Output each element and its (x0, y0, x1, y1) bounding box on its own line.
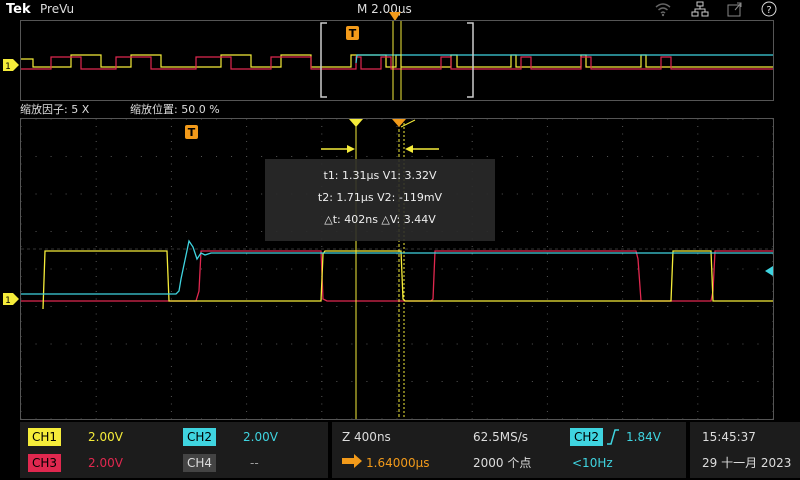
ch2-trace (21, 239, 773, 295)
trigger-level-marker[interactable] (765, 266, 773, 276)
overview-waveform-panel[interactable]: T 1 (3, 20, 774, 101)
bottom-status-bar: CH1 2.00V CH2 2.00V CH3 2.00V CH4 -- Z 4… (0, 420, 800, 480)
zoom-factor: 缩放因子: 5 X (20, 103, 90, 116)
mode-label: PreVu (40, 2, 75, 16)
svg-text:1: 1 (5, 62, 11, 71)
readout-t2: t2: 1.71µs V2: -119mV (317, 191, 443, 204)
help-icon[interactable]: ? (760, 1, 778, 17)
overview-waveform-svg: T (21, 21, 773, 100)
cursor-readout: t1: 1.31µs V1: 3.32V t2: 1.71µs V2: -119… (265, 165, 495, 231)
ch3-button[interactable]: CH3 (28, 454, 62, 472)
clock-date: 29 十一月 2023 (702, 456, 792, 470)
record-length[interactable]: 2000 个点 (473, 454, 531, 472)
trigger-marker[interactable]: T (185, 125, 198, 139)
brand-logo: Tek (6, 2, 31, 17)
ch4-button[interactable]: CH4 (183, 454, 217, 472)
ch2-button[interactable]: CH2 (183, 428, 217, 446)
export-icon[interactable] (726, 1, 744, 17)
top-bar: Tek PreVu M 2.00µs ? (0, 0, 800, 21)
svg-text:T: T (188, 126, 196, 139)
ch3-scale[interactable]: 2.00V (88, 454, 123, 472)
network-icon[interactable] (691, 1, 709, 17)
ch1-button[interactable]: CH1 (28, 428, 62, 446)
zoom-position: 缩放位置: 50.0 % (130, 103, 220, 116)
channel-settings-panel (20, 422, 328, 478)
ch1-trace (42, 250, 773, 310)
wifi-icon[interactable] (654, 1, 672, 17)
ch1-ground-marker-icon[interactable]: 1 (3, 293, 19, 305)
cursor-arrows (321, 119, 439, 153)
trigger-position-value[interactable]: 1.64000µs (366, 454, 430, 472)
svg-text:1: 1 (5, 296, 11, 305)
trigger-frequency: <10Hz (572, 456, 613, 470)
svg-text:T: T (349, 27, 357, 40)
ch2-scale[interactable]: 2.00V (243, 428, 278, 446)
overview-ch1-marker-icon[interactable]: 1 (3, 59, 19, 71)
trigger-source-badge[interactable]: CH2 (570, 428, 604, 446)
readout-t1: t1: 1.31µs V1: 3.32V (323, 169, 437, 182)
readout-delta: △t: 402ns △V: 3.44V (324, 213, 436, 226)
zoom-timebase[interactable]: Z 400ns (342, 428, 391, 446)
main-waveform-panel[interactable]: T t1: 1.31µs V1: 3.32V t2: 1.71µs V2: -1… (3, 118, 774, 420)
trigger-position-arrow-icon (342, 454, 362, 468)
overview-ch2-trace (355, 54, 773, 64)
overview-zoom-window[interactable]: T (320, 21, 474, 100)
clock-time: 15:45:37 (702, 430, 756, 444)
timebase-readout[interactable]: M 2.00µs (357, 2, 412, 16)
svg-text:?: ? (766, 5, 771, 16)
ch4-scale[interactable]: -- (250, 454, 259, 472)
ch1-scale[interactable]: 2.00V (88, 428, 123, 446)
main-waveform-svg: T (20, 118, 774, 420)
trigger-level[interactable]: 1.84V (626, 428, 661, 446)
rising-edge-icon (607, 429, 619, 445)
sample-rate: 62.5MS/s (473, 430, 528, 444)
